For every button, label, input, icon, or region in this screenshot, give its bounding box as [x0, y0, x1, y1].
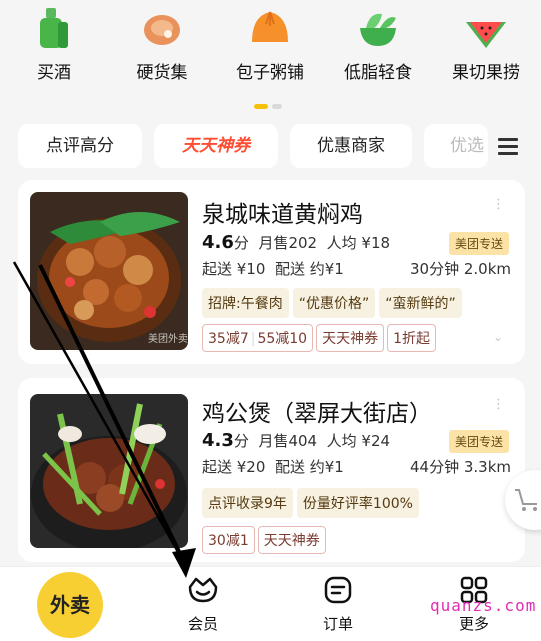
review-tag: 招牌:午餐肉	[202, 288, 289, 318]
photo-watermark: 美团外卖	[148, 332, 188, 345]
nav-orders[interactable]: 订单	[288, 575, 388, 634]
score-unit: 分	[233, 432, 249, 450]
review-tags: 点评收录9年 份量好评率100%	[202, 488, 423, 518]
page-dot	[272, 104, 282, 109]
category-row: 买酒 硬货集 包子粥铺 低脂轻食 果切果捞	[0, 0, 541, 120]
page-dot-active	[254, 104, 268, 109]
avg-price: 人均 ¥24	[326, 432, 391, 450]
category-lowfat[interactable]: 低脂轻食	[324, 6, 432, 83]
min-order: 起送 ¥20	[202, 458, 266, 476]
filter-bar: 点评高分 天天神券 优惠商家 优选	[0, 124, 541, 170]
chevron-down-icon[interactable]: ⌄	[493, 330, 503, 344]
store-card[interactable]: 鸡公煲（翠屏大街店） ⋮ 4.3分 月售404 人均 ¥24 美团专送 起送 ¥…	[18, 378, 525, 562]
min-order: 起送 ¥10	[202, 260, 266, 278]
store-card[interactable]: 美团外卖 泉城味道黄焖鸡 ⋮ 4.6分 月售202 人均 ¥18 美团专送 起送…	[18, 180, 525, 364]
filter-chip-discount-merchants[interactable]: 优惠商家	[290, 124, 412, 168]
avg-price: 人均 ¥18	[326, 234, 391, 252]
eta-distance: 44分钟 3.3km	[409, 458, 511, 476]
filter-chip-daily-coupon[interactable]: 天天神券	[154, 124, 278, 168]
category-label: 包子粥铺	[236, 63, 304, 83]
menu-icon[interactable]	[498, 138, 518, 156]
category-label: 果切果捞	[452, 63, 520, 83]
nav-label: 会员	[187, 615, 218, 633]
nav-member[interactable]: 会员	[153, 575, 253, 634]
category-hardgoods[interactable]: 硬货集	[108, 6, 216, 83]
monthly-sales: 月售404	[258, 432, 318, 450]
steak-icon	[140, 6, 184, 50]
category-liquor[interactable]: 买酒	[0, 6, 108, 83]
review-tag: 份量好评率100%	[296, 488, 419, 518]
store-name[interactable]: 泉城味道黄焖鸡	[202, 195, 363, 229]
coupon-tag[interactable]: 天天神券	[316, 324, 385, 352]
bun-icon	[248, 6, 292, 50]
review-tag: “蛮新鲜的”	[379, 288, 462, 318]
liquor-bottle-icon	[32, 6, 76, 50]
category-label: 硬货集	[136, 63, 188, 83]
more-options-icon[interactable]: ⋮	[492, 398, 505, 411]
filter-chip-preferred[interactable]: 优选	[424, 124, 488, 168]
delivery-badge: 美团专送	[448, 430, 509, 453]
store-photo: 美团外卖	[30, 192, 188, 350]
review-tag: 点评收录9年	[202, 488, 293, 518]
category-bun-porridge[interactable]: 包子粥铺	[216, 6, 324, 83]
more-options-icon[interactable]: ⋮	[492, 198, 505, 211]
nav-home-button[interactable]: 外卖	[37, 572, 103, 638]
watermelon-icon	[464, 6, 508, 50]
page-indicator	[254, 94, 286, 113]
nav-label: 更多	[458, 615, 489, 633]
coupon-list: 30减1 天天神券	[202, 526, 329, 554]
salad-bowl-icon	[356, 6, 400, 50]
store-stats: 4.3分 月售404 人均 ¥24	[202, 430, 390, 451]
member-crown-icon	[188, 577, 218, 603]
review-tags: 招牌:午餐肉 “优惠价格” “蛮新鲜的”	[202, 288, 466, 318]
site-watermark: quanzs.com	[430, 596, 537, 615]
score-unit: 分	[233, 234, 249, 252]
store-score: 4.3	[202, 430, 234, 451]
coupon-tag[interactable]: 35减7 | 55减10	[202, 324, 314, 352]
delivery-fee: 配送 约¥1	[274, 260, 344, 278]
nav-label: 订单	[322, 615, 353, 633]
coupon-tag[interactable]: 30减1	[202, 526, 255, 554]
delivery-fee: 配送 约¥1	[274, 458, 344, 476]
cart-icon	[515, 489, 537, 511]
store-name[interactable]: 鸡公煲（翠屏大街店）	[202, 394, 432, 428]
coupon-tag[interactable]: 天天神券	[257, 526, 326, 554]
coupon-list: 35减7 | 55减10 天天神券 1折起	[202, 324, 439, 352]
store-score: 4.6	[202, 232, 234, 253]
review-tag: “优惠价格”	[292, 288, 376, 318]
delivery-info: 起送 ¥10 配送 约¥1 30分钟 2.0km	[202, 258, 511, 279]
store-stats: 4.6分 月售202 人均 ¥18	[202, 232, 390, 253]
category-label: 买酒	[37, 63, 71, 83]
coupon-tag[interactable]: 1折起	[387, 324, 437, 352]
eta-distance: 30分钟 2.0km	[409, 260, 511, 278]
category-label: 低脂轻食	[344, 63, 412, 83]
order-list-icon	[324, 576, 352, 604]
monthly-sales: 月售202	[258, 234, 318, 252]
delivery-info: 起送 ¥20 配送 约¥1 44分钟 3.3km	[202, 456, 511, 477]
store-photo	[30, 394, 188, 548]
delivery-badge: 美团专送	[448, 232, 509, 255]
category-fruit[interactable]: 果切果捞	[432, 6, 540, 83]
filter-chip-high-score[interactable]: 点评高分	[18, 124, 142, 168]
